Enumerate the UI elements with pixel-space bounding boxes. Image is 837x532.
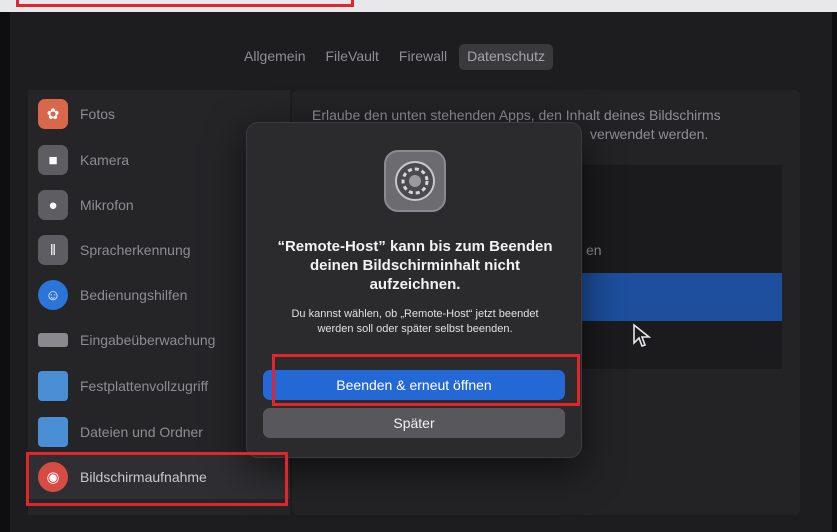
later-button[interactable]: Später bbox=[263, 408, 565, 438]
tab-filevault[interactable]: FileVault bbox=[317, 44, 386, 70]
photos-icon: ✿ bbox=[38, 99, 68, 129]
sidebar-item-label: Bedienungshilfen bbox=[80, 287, 188, 303]
tab-bar: Allgemein FileVault Firewall Datenschutz bbox=[236, 44, 553, 70]
sidebar-item-label: Spracherkennung bbox=[80, 242, 191, 258]
sidebar-item-label: Festplattenvollzugriff bbox=[80, 378, 209, 394]
highlight-box-top bbox=[16, 0, 354, 7]
sidebar-item-label: Dateien und Ordner bbox=[80, 424, 203, 440]
app-list[interactable] bbox=[582, 165, 782, 369]
dialog-title: “Remote-Host” kann bis zum Beenden deine… bbox=[277, 238, 553, 293]
keyboard-icon bbox=[38, 333, 68, 347]
folder-icon bbox=[38, 417, 68, 447]
app-list-item-label: en bbox=[586, 242, 602, 258]
microphone-icon: ● bbox=[38, 190, 68, 220]
quit-and-reopen-button[interactable]: Beenden & erneut öffnen bbox=[263, 370, 565, 400]
sidebar-item-label: Bildschirmaufnahme bbox=[80, 469, 207, 485]
camera-icon: ■ bbox=[38, 145, 68, 175]
folder-icon bbox=[38, 371, 68, 401]
tab-firewall[interactable]: Firewall bbox=[391, 44, 455, 70]
system-preferences-gear-icon bbox=[384, 150, 446, 212]
tab-general[interactable]: Allgemein bbox=[236, 44, 313, 70]
dialog-message: Du kannst wählen, ob „Remote-Host“ jetzt… bbox=[291, 308, 539, 335]
mouse-cursor-icon bbox=[633, 323, 652, 348]
sidebar-item-label: Kamera bbox=[80, 152, 130, 168]
sidebar-item-label: Eingabeüberwachung bbox=[80, 332, 216, 348]
accessibility-icon: ☺ bbox=[38, 280, 68, 310]
alert-dialog: “Remote-Host” kann bis zum Beenden deine… bbox=[246, 122, 582, 458]
sidebar-item-label: Fotos bbox=[80, 106, 116, 122]
sidebar-item-screen-recording[interactable]: ◉ Bildschirmaufnahme bbox=[28, 455, 290, 499]
waveform-icon: ‖ bbox=[38, 235, 68, 265]
tab-privacy[interactable]: Datenschutz bbox=[459, 44, 553, 70]
app-list-selected-row[interactable] bbox=[582, 273, 782, 321]
sidebar-item-label: Mikrofon bbox=[80, 197, 134, 213]
screen-recording-icon: ◉ bbox=[38, 462, 68, 492]
